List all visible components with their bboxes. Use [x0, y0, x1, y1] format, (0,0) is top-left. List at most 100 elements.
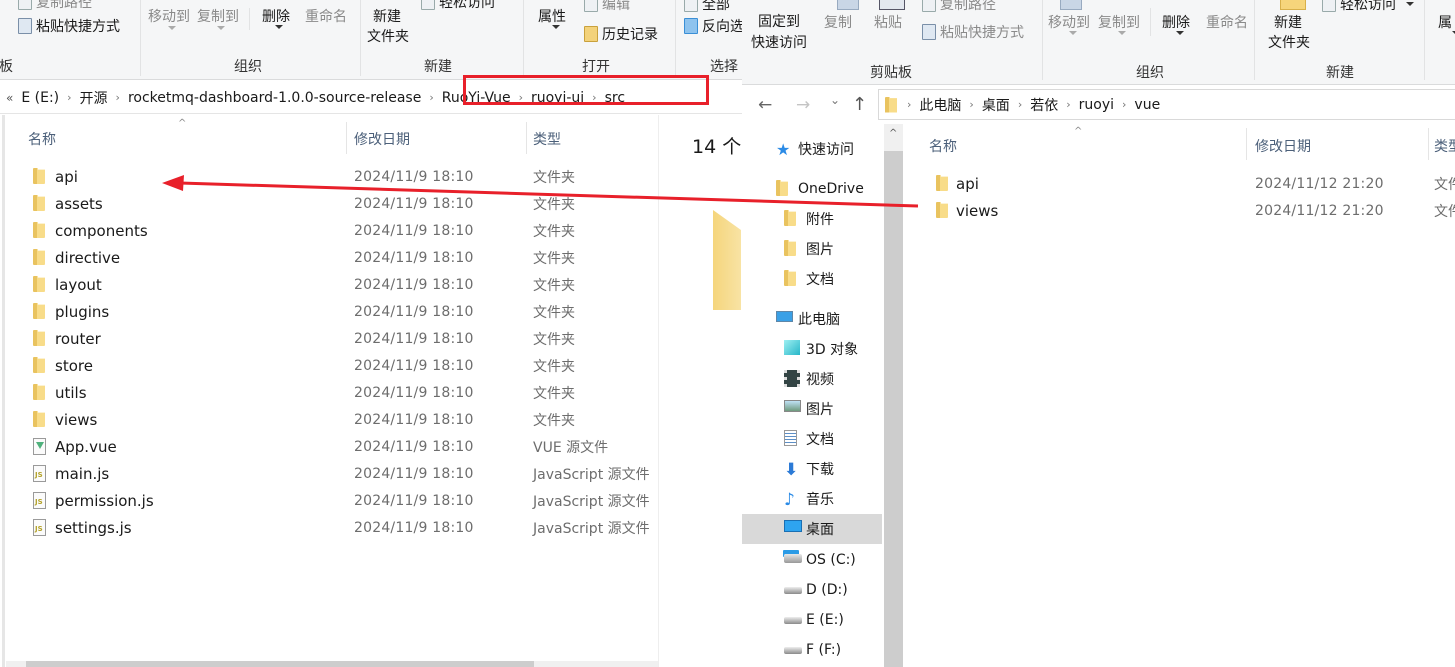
file-row[interactable]: plugins 2024/11/9 18:10 文件夹	[0, 298, 658, 325]
file-row[interactable]: components 2024/11/9 18:10 文件夹	[0, 217, 658, 244]
right-explorer-window: 固定到 快速访问 复制 粘贴 复制路径 粘贴快捷方式 剪贴板 移动到 复制到 删除…	[742, 0, 1455, 667]
breadcrumb-overflow[interactable]: «	[6, 91, 13, 105]
nav-item-label: 音乐	[806, 492, 834, 508]
invert-selection-button[interactable]: 反向选	[684, 16, 742, 36]
file-row[interactable]: assets 2024/11/9 18:10 文件夹	[0, 190, 658, 217]
paste-shortcut-button[interactable]: 粘贴快捷方式	[18, 16, 120, 36]
chevron-right-icon: ›	[115, 91, 120, 104]
column-divider[interactable]	[1428, 128, 1429, 160]
file-row[interactable]: views 2024/11/9 18:10 文件夹	[0, 406, 658, 433]
nav-item[interactable]: 3D 对象	[742, 334, 882, 364]
select-all-button[interactable]: 全部	[684, 0, 730, 14]
nav-item[interactable]: 文档	[742, 424, 882, 454]
file-name: plugins	[55, 302, 110, 321]
paste-button[interactable]: 粘贴	[874, 12, 902, 32]
pin-label-2: 快速访问	[751, 35, 807, 51]
nav-item[interactable]: 图片	[742, 394, 882, 424]
delete-button[interactable]: 删除	[1162, 12, 1190, 32]
rename-button[interactable]: 重命名	[305, 6, 347, 26]
pin-quick-access-button[interactable]: 固定到 快速访问	[751, 12, 814, 54]
file-row[interactable]: store 2024/11/9 18:10 文件夹	[0, 352, 658, 379]
scroll-up-icon[interactable]: ^	[889, 128, 897, 139]
column-divider[interactable]	[346, 122, 347, 154]
breadcrumb-item[interactable]: E (E:)	[21, 90, 59, 106]
horizontal-scrollbar[interactable]	[6, 661, 658, 667]
file-date: 2024/11/9 18:10	[354, 519, 474, 536]
copy-icon	[837, 0, 859, 10]
easy-access-button[interactable]: 轻松访问	[421, 0, 495, 12]
file-row[interactable]: api 2024/11/9 18:10 文件夹	[0, 163, 658, 190]
address-bar[interactable]: › 此电脑 › 桌面 › 若依 › ruoyi › vue	[878, 89, 1455, 120]
breadcrumb-item[interactable]: 此电脑	[919, 95, 961, 115]
nav-item[interactable]: D (D:)	[742, 575, 882, 605]
edit-button[interactable]: 编辑	[584, 0, 630, 14]
breadcrumb-item[interactable]: ruoyi	[1079, 97, 1114, 113]
column-divider[interactable]	[526, 122, 527, 154]
copy-to-button[interactable]: 复制到	[1098, 12, 1140, 32]
nav-pane-scrollbar-thumb[interactable]	[884, 151, 903, 667]
nav-item[interactable]: ♪ 音乐	[742, 484, 882, 514]
new-folder-button[interactable]: 新建 文件夹	[1268, 12, 1316, 52]
easy-access-label: 轻松访问	[439, 0, 495, 11]
star-icon: ★	[776, 140, 791, 159]
nav-item[interactable]: 此电脑	[742, 304, 882, 334]
nav-item[interactable]: E (E:)	[742, 605, 882, 635]
nav-item[interactable]: F (F:)	[742, 635, 882, 665]
new-folder-button[interactable]: 新建 文件夹	[367, 6, 415, 46]
properties-button[interactable]: 属	[1438, 12, 1452, 32]
download-icon: ⬇	[784, 460, 799, 480]
column-divider[interactable]	[1246, 128, 1247, 160]
file-name: App.vue	[55, 437, 117, 456]
file-row[interactable]: JS main.js 2024/11/9 18:10 JavaScript 源文件	[0, 460, 658, 487]
file-type: 文件夹	[533, 196, 575, 213]
column-header-date[interactable]: 修改日期	[354, 129, 410, 149]
file-row[interactable]: router 2024/11/9 18:10 文件夹	[0, 325, 658, 352]
properties-button[interactable]: 属性	[538, 6, 566, 26]
delete-button[interactable]: 删除	[262, 6, 290, 26]
rename-button[interactable]: 重命名	[1206, 12, 1248, 32]
horizontal-scrollbar-thumb[interactable]	[26, 661, 534, 667]
group-divider	[1424, 0, 1425, 80]
file-row[interactable]: layout 2024/11/9 18:10 文件夹	[0, 271, 658, 298]
copy-button[interactable]: 复制	[824, 12, 852, 32]
copy-path-button[interactable]: 复制路径	[18, 0, 92, 12]
nav-item[interactable]: ⬇ 下载	[742, 454, 882, 484]
file-row[interactable]: App.vue 2024/11/9 18:10 VUE 源文件	[0, 433, 658, 460]
nav-item-label: 图片	[806, 242, 834, 258]
new-group-label: 新建	[424, 59, 452, 75]
column-header-date[interactable]: 修改日期	[1255, 136, 1311, 156]
copy-to-button[interactable]: 复制到	[197, 6, 239, 26]
file-row[interactable]: directive 2024/11/9 18:10 文件夹	[0, 244, 658, 271]
large-folder-icon	[713, 210, 741, 310]
breadcrumb-item[interactable]: 若依	[1030, 95, 1058, 115]
nav-item[interactable]: 视频	[742, 364, 882, 394]
breadcrumb-item[interactable]: 桌面	[982, 95, 1010, 115]
column-header-name[interactable]: 名称	[929, 136, 957, 156]
column-header-type[interactable]: 类型	[1434, 136, 1455, 156]
nav-item[interactable]: OS (C:)	[742, 545, 882, 575]
history-button[interactable]: 历史记录	[584, 24, 658, 44]
back-button[interactable]: ←	[758, 95, 772, 115]
column-header-name[interactable]: 名称	[28, 129, 56, 149]
forward-button[interactable]: →	[796, 95, 810, 115]
easy-access-button[interactable]: 轻松访问	[1322, 0, 1396, 14]
file-row[interactable]: JS permission.js 2024/11/9 18:10 JavaScript…	[0, 487, 658, 514]
nav-item[interactable]: 桌面	[742, 514, 882, 544]
breadcrumb-item[interactable]: vue	[1134, 97, 1160, 113]
breadcrumb-item[interactable]: 开源	[80, 88, 108, 108]
paste-shortcut-button[interactable]: 粘贴快捷方式	[922, 22, 1024, 42]
nav-item[interactable]: ★ 快速访问	[742, 134, 882, 164]
copy-path-button[interactable]: 复制路径	[922, 0, 996, 14]
file-row[interactable]: JS settings.js 2024/11/9 18:10 JavaScript 源…	[0, 514, 658, 541]
column-header-type[interactable]: 类型	[533, 129, 561, 149]
file-row[interactable]: api 2024/11/12 21:20 文件夹	[742, 170, 1455, 197]
move-to-button[interactable]: 移动到	[148, 6, 190, 26]
move-to-button[interactable]: 移动到	[1048, 12, 1090, 32]
nav-item[interactable]: 图片	[742, 234, 882, 264]
nav-item[interactable]: 文档	[742, 264, 882, 294]
file-row[interactable]: views 2024/11/12 21:20 文件夹	[742, 197, 1455, 224]
up-button[interactable]: ↑	[852, 94, 867, 115]
recent-locations-button[interactable]: ⌄	[830, 93, 840, 107]
breadcrumb-item[interactable]: rocketmq-dashboard-1.0.0-source-release	[128, 90, 421, 106]
file-row[interactable]: utils 2024/11/9 18:10 文件夹	[0, 379, 658, 406]
